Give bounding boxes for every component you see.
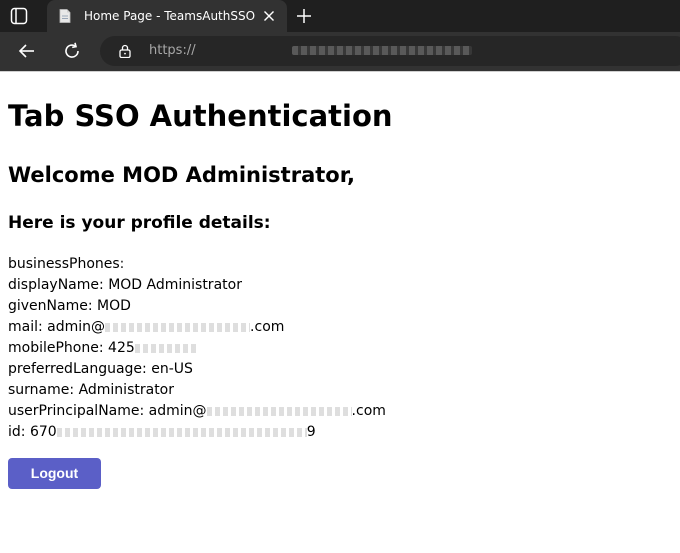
profile-key: id: (8, 424, 26, 440)
redacted-url-mark (292, 46, 472, 55)
profile-row-display-name: displayName: MOD Administrator (8, 275, 672, 296)
new-tab-icon[interactable] (295, 7, 313, 25)
profile-key: mobilePhone: (8, 340, 104, 356)
profile-value: 425 (108, 340, 135, 356)
lock-icon[interactable] (118, 44, 132, 58)
browser-tab-home[interactable]: Home Page - TeamsAuthSSO (47, 0, 287, 32)
profile-value: MOD (97, 298, 131, 314)
profile-key: userPrincipalName: (8, 403, 145, 419)
profile-value-end: .com (351, 403, 386, 419)
profile-row-preferred-language: preferredLanguage: en-US (8, 359, 672, 380)
profile-value: Administrator (78, 382, 174, 398)
profile-value: en-US (151, 361, 193, 377)
profile-row-id: id: 670 9 (8, 422, 672, 443)
toolbar-divider (0, 71, 680, 72)
close-tab-icon[interactable] (261, 8, 277, 24)
profile-key: businessPhones: (8, 256, 125, 272)
profile-key: displayName: (8, 277, 104, 293)
redacted-gap (134, 343, 199, 353)
welcome-heading: Welcome MOD Administrator, (8, 163, 355, 187)
page-favicon-icon (59, 9, 71, 23)
redacted-gap (56, 427, 307, 437)
redacted-gap (206, 406, 352, 416)
page-title: Tab SSO Authentication (8, 99, 393, 133)
browser-toolbar: https:// (0, 32, 680, 71)
profile-key: surname: (8, 382, 75, 398)
profile-row-user-principal-name: userPrincipalName: admin@ .com (8, 401, 672, 422)
profile-row-mail: mail: admin@ .com (8, 317, 672, 338)
profile-row-business-phones: businessPhones: (8, 254, 672, 275)
tab-title: Home Page - TeamsAuthSSO (84, 9, 256, 23)
profile-value-end: .com (250, 319, 285, 335)
profile-value: 670 (29, 424, 57, 440)
profile-key: preferredLanguage: (8, 361, 147, 377)
browser-tab-strip: Home Page - TeamsAuthSSO (0, 0, 680, 32)
address-bar[interactable]: https:// (100, 36, 680, 66)
profile-row-given-name: givenName: MOD (8, 296, 672, 317)
profile-details: businessPhones: displayName: MOD Adminis… (8, 254, 672, 443)
profile-subheading: Here is your profile details: (8, 213, 271, 233)
redacted-gap (105, 322, 251, 332)
back-arrow-icon[interactable] (17, 41, 37, 61)
tab-actions-icon[interactable] (10, 7, 28, 25)
profile-row-mobile-phone: mobilePhone: 425 (8, 338, 672, 359)
refresh-icon[interactable] (62, 41, 82, 61)
url-text: https:// (149, 43, 196, 58)
logout-button[interactable]: Logout (8, 458, 101, 489)
profile-value: MOD Administrator (108, 277, 242, 293)
profile-value: admin@ (47, 319, 106, 335)
profile-key: givenName: (8, 298, 93, 314)
profile-key: mail: (8, 319, 43, 335)
profile-value-end: 9 (306, 424, 316, 440)
profile-value: admin@ (148, 403, 207, 419)
redacted-value-mark (126, 261, 214, 270)
profile-row-surname: surname: Administrator (8, 380, 672, 401)
